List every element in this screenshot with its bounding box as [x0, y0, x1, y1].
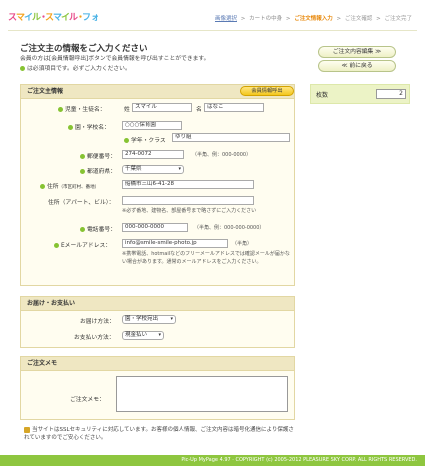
- breadcrumb-complete: ご注文完了: [384, 16, 412, 22]
- breadcrumb-separator: >: [336, 16, 342, 22]
- intro-text: 会員の方は[会員情報呼出]ボタンで会員情報を呼び出すことができます。 は必須項目…: [20, 54, 209, 74]
- breadcrumb: 画像選択 > カートの中身 > ご注文情報入力 > ご注文確認 > ご注文完了: [214, 14, 413, 22]
- required-dot-icon: [20, 66, 25, 71]
- lock-icon: [24, 426, 30, 433]
- zip-note: （半角、例：000-0000）: [192, 152, 252, 158]
- required-dot-icon: [54, 243, 59, 248]
- school-label: 園・学校名：: [68, 122, 110, 131]
- required-dot-icon: [58, 107, 63, 112]
- shipping-select[interactable]: 園・学校宛出 ▾: [122, 315, 176, 324]
- delivery-section-header: お届け・お支払い: [21, 297, 294, 311]
- required-dot-icon: [80, 154, 85, 159]
- ssl-note: 当サイトはSSLセキュリティに対応しています。お客様の個人情報、ご注文内容は暗号…: [24, 426, 294, 441]
- required-dot-icon: [68, 125, 73, 130]
- payment-select[interactable]: 現金払い ▾: [122, 331, 164, 340]
- required-hint: は必須項目です。必ずご入力ください。: [20, 64, 209, 74]
- quantity-field[interactable]: 2: [376, 89, 406, 99]
- memo-label: ご注文メモ：: [70, 397, 105, 403]
- email-warning: ※携帯電話、hotmailなどのフリーメールアドレスでは確認メールが届かない場合…: [122, 251, 290, 265]
- required-dot-icon: [80, 169, 85, 174]
- given-prefix: 名: [196, 107, 202, 113]
- breadcrumb-separator: >: [240, 16, 246, 22]
- zip-label: 郵便番号：: [80, 151, 116, 160]
- email-field[interactable]: info@smile-smile-photo.jp: [122, 239, 228, 248]
- school-field[interactable]: ○○○保育園: [122, 121, 182, 130]
- class-label: 学年・クラス: [124, 135, 166, 144]
- required-dot-icon: [40, 184, 45, 189]
- address-label: 住所（市区町村、番地）: [40, 181, 99, 190]
- member-info-button[interactable]: 会員情報呼出: [240, 86, 294, 96]
- email-label: Eメールアドレス：: [54, 240, 111, 249]
- address-field[interactable]: 船橋市三山6-41-28: [122, 180, 254, 189]
- shipping-label: お届け方法：: [80, 319, 115, 325]
- address2-field[interactable]: [122, 196, 254, 205]
- breadcrumb-current-step: ご注文情報入力: [294, 16, 333, 22]
- header-divider: [8, 30, 417, 31]
- payment-label: お支払い方法：: [74, 335, 115, 341]
- chevron-down-icon: ▾: [158, 332, 161, 338]
- required-dot-icon: [124, 138, 129, 143]
- tel-field[interactable]: 000-000-0000: [122, 223, 188, 232]
- copyright-text: Pic-Up MyPage 4.97 · COPYRIGHT (c) 2005-…: [181, 457, 417, 463]
- edit-order-button[interactable]: ご注文内容編集 ≫: [318, 46, 396, 58]
- member-hint: 会員の方は[会員情報呼出]ボタンで会員情報を呼び出すことができます。: [20, 56, 210, 62]
- surname-field[interactable]: スマイル: [132, 103, 192, 112]
- address2-label: 住所（アパート、ビル）：: [48, 200, 115, 206]
- given-name-field[interactable]: はなこ: [204, 103, 264, 112]
- email-note: （半角）: [232, 241, 253, 247]
- svg-text:フォト: フォト: [82, 12, 98, 23]
- prefecture-label: 都道府県：: [80, 166, 116, 175]
- tel-label: 電話番号：: [80, 224, 116, 233]
- prefecture-select[interactable]: 千葉県 ▾: [122, 165, 184, 174]
- breadcrumb-cart: カートの中身: [249, 16, 283, 22]
- address-note: ※必ず番地、建物名、部屋番号まで略さずにご入力ください: [122, 208, 257, 214]
- chevron-down-icon: ▾: [170, 316, 173, 322]
- quantity-label: 枚数: [316, 92, 329, 99]
- chevron-down-icon: ▾: [178, 166, 181, 172]
- page-title: ご注文主の情報をご入力ください: [20, 44, 148, 54]
- tel-note: （半角、例：000-000-0000）: [194, 225, 265, 231]
- breadcrumb-image-select[interactable]: 画像選択: [215, 16, 237, 22]
- breadcrumb-separator: >: [376, 16, 381, 22]
- site-logo[interactable]: ス マ イ ル ・ ス マ イ ル ・ フォト: [6, 6, 98, 26]
- zip-field[interactable]: 274-0072: [122, 150, 184, 159]
- required-dot-icon: [80, 227, 85, 232]
- breadcrumb-confirm: ご注文確認: [344, 16, 373, 22]
- back-button[interactable]: ≪ 前に戻る: [318, 60, 396, 72]
- class-field[interactable]: ゆり組: [172, 133, 290, 142]
- memo-textarea[interactable]: [116, 376, 288, 412]
- memo-section-header: ご注文メモ: [21, 357, 294, 371]
- breadcrumb-separator: >: [285, 16, 291, 22]
- name-label: 児童・生徒名：: [58, 104, 106, 113]
- surname-prefix: 姓: [124, 107, 130, 113]
